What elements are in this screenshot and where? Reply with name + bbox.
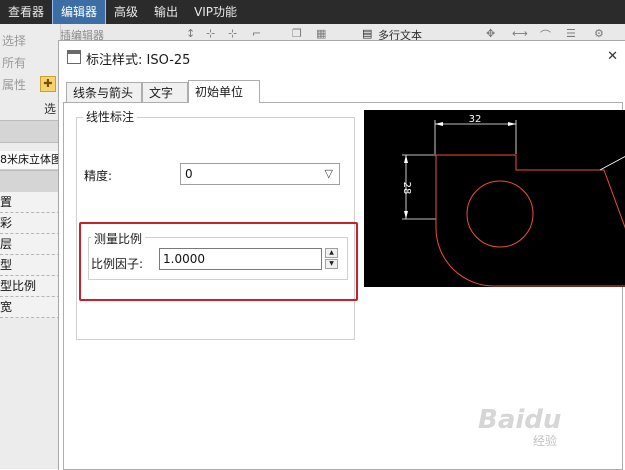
dim-icon[interactable]: ⟷ bbox=[512, 27, 528, 40]
highlight-box bbox=[79, 222, 358, 301]
all-label[interactable]: 所有 bbox=[2, 54, 26, 71]
window-icon bbox=[67, 50, 81, 64]
precision-select[interactable]: 0 ▽ bbox=[180, 163, 340, 185]
drawing-title: 8米床立体图 bbox=[0, 151, 60, 170]
menu-output[interactable]: 输出 bbox=[146, 0, 186, 24]
dialog-title: 标注样式: ISO-25 bbox=[86, 53, 191, 68]
menu-viewer[interactable]: 查看器 bbox=[0, 0, 52, 24]
arrow-icon[interactable]: ↕ bbox=[186, 27, 195, 40]
panel-header-bar bbox=[0, 170, 60, 193]
node-icon[interactable]: ⊹ bbox=[228, 27, 237, 40]
chevron-down-icon: ▽ bbox=[324, 167, 333, 180]
grid-icon[interactable]: ▦ bbox=[316, 27, 326, 40]
watermark-logo: Baidu bbox=[478, 405, 562, 435]
precision-value: 0 bbox=[185, 167, 193, 181]
menu-vip[interactable]: VIP功能 bbox=[186, 0, 245, 24]
select-group-label: 选 bbox=[44, 102, 57, 116]
select-label[interactable]: 选择 bbox=[2, 32, 26, 49]
arrowhead bbox=[404, 211, 408, 219]
leader-line bbox=[599, 156, 625, 171]
arrowhead bbox=[508, 122, 516, 126]
close-icon[interactable]: ✕ bbox=[607, 49, 618, 64]
snap-icon[interactable]: ⌐ bbox=[252, 27, 261, 40]
preview-drawing: 32 28 bbox=[401, 114, 625, 287]
menubar: 查看器 编辑器 高级 输出 VIP功能 bbox=[0, 0, 625, 24]
property-row[interactable]: 置 bbox=[0, 192, 60, 213]
panel-separator bbox=[0, 120, 60, 143]
dim-text-vertical: 28 bbox=[401, 182, 412, 195]
dialog-titlebar[interactable]: 标注样式: ISO-25 ✕ bbox=[59, 41, 625, 73]
move-icon[interactable]: ✥ bbox=[486, 27, 495, 40]
copy-icon[interactable]: ❐ bbox=[292, 27, 302, 40]
property-row[interactable]: 宽 bbox=[0, 297, 60, 318]
arrowhead bbox=[404, 155, 408, 163]
settings-icon[interactable]: ⚙ bbox=[594, 27, 604, 40]
property-row[interactable]: 型 bbox=[0, 255, 60, 276]
tab-lines-arrows[interactable]: 线条与箭头 bbox=[66, 82, 142, 102]
linear-dimension-label: 线性标注 bbox=[83, 108, 138, 125]
property-row[interactable]: 层 bbox=[0, 234, 60, 255]
tab-text[interactable]: 文字 bbox=[142, 82, 188, 102]
tab-primary-units[interactable]: 初始单位 bbox=[188, 80, 260, 103]
circle-geometry bbox=[466, 180, 534, 248]
properties-label[interactable]: 属性 bbox=[2, 76, 26, 93]
add-icon[interactable]: ✚ bbox=[40, 76, 56, 92]
menu-advanced[interactable]: 高级 bbox=[106, 0, 146, 24]
node-icon[interactable]: ⊹ bbox=[206, 27, 215, 40]
watermark-sub: 经验 bbox=[533, 434, 558, 448]
dimension-preview: 32 28 bbox=[364, 110, 625, 287]
layer-icon[interactable]: ☰ bbox=[566, 27, 576, 40]
dim-text-horizontal: 32 bbox=[469, 114, 482, 125]
property-row[interactable]: 彩 bbox=[0, 213, 60, 234]
arrowhead bbox=[435, 122, 443, 126]
menu-editor[interactable]: 编辑器 bbox=[52, 0, 107, 24]
left-panel: 选择 所有 ✚ 属性 选 8米床立体图 置 彩 层 型 型比例 宽 bbox=[0, 24, 61, 469]
precision-label: 精度: bbox=[84, 169, 113, 183]
property-row[interactable]: 型比例 bbox=[0, 276, 60, 297]
outline-geometry bbox=[435, 154, 625, 287]
mtext-icon[interactable]: ▤ bbox=[362, 27, 372, 40]
